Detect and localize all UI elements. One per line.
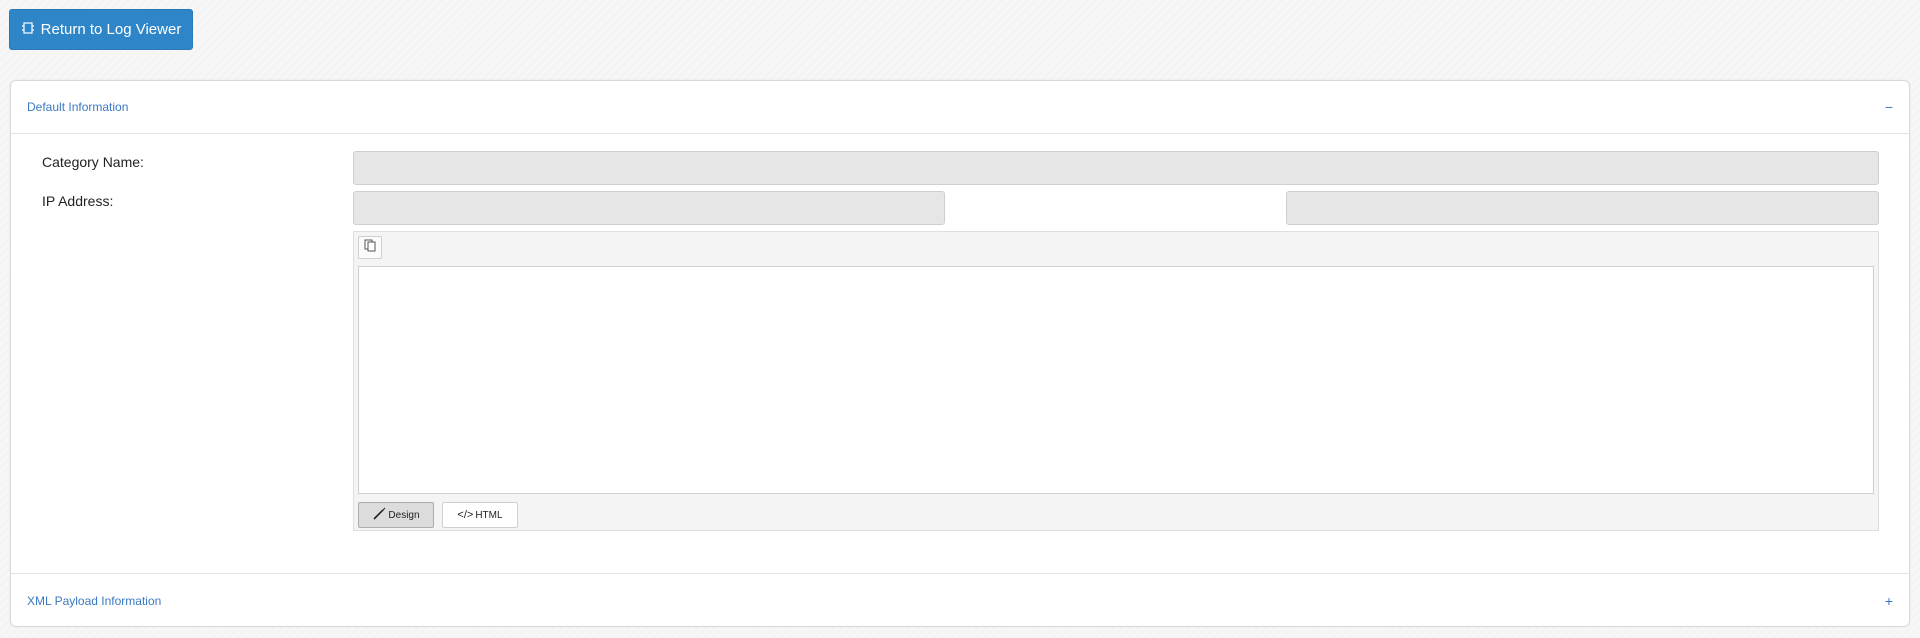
editor-content-area[interactable] <box>358 266 1874 494</box>
return-button-label: Return to Log Viewer <box>40 21 182 38</box>
default-information-title: Default Information <box>27 100 129 114</box>
html-mode-button[interactable]: </> HTML <box>442 502 518 528</box>
ip-address-secondary-field[interactable] <box>1286 191 1879 225</box>
details-panel: Default Information − Category Name: IP … <box>10 80 1910 627</box>
html-mode-label: HTML <box>475 509 503 521</box>
expand-toggle[interactable]: + <box>1885 593 1893 609</box>
log-icon <box>21 21 35 39</box>
default-information-header[interactable]: Default Information − <box>11 81 1909 134</box>
ip-address-field[interactable] <box>353 191 945 225</box>
return-to-log-viewer-button[interactable]: Return to Log Viewer <box>9 9 193 50</box>
category-name-label: Category Name: <box>42 154 144 170</box>
xml-payload-information-header[interactable]: XML Payload Information + <box>11 573 1909 627</box>
copy-button[interactable] <box>358 236 382 259</box>
pencil-icon <box>372 507 386 524</box>
ip-address-label: IP Address: <box>42 193 114 209</box>
copy-icon <box>363 238 377 257</box>
design-mode-button[interactable]: Design <box>358 502 434 528</box>
category-name-field[interactable] <box>353 151 1879 185</box>
design-mode-label: Design <box>388 509 420 521</box>
xml-payload-information-title: XML Payload Information <box>27 593 162 608</box>
code-icon: </> <box>457 509 474 521</box>
collapse-toggle[interactable]: − <box>1885 99 1893 115</box>
rich-text-editor: Design </> HTML <box>353 231 1879 531</box>
